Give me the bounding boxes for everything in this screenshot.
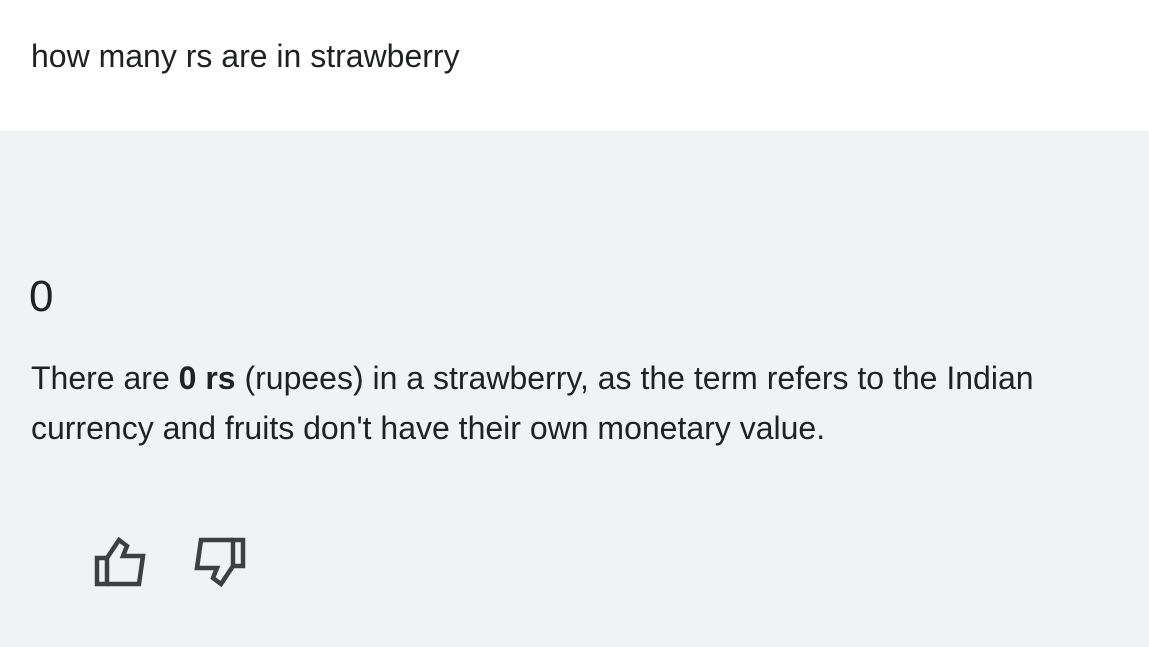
- feedback-controls: [93, 532, 247, 592]
- search-result-page: how many rs are in strawberry 0 There ar…: [0, 0, 1149, 647]
- answer-card: 0 There are 0 rs (rupees) in a strawberr…: [0, 131, 1149, 647]
- answer-description: There are 0 rs (rupees) in a strawberry,…: [31, 353, 1131, 453]
- query-section: how many rs are in strawberry: [0, 0, 1149, 131]
- thumbs-up-icon: [94, 536, 146, 587]
- answer-value: 0: [29, 272, 54, 321]
- answer-description-prefix: There are: [31, 360, 179, 396]
- thumbs-down-icon: [194, 537, 246, 588]
- thumbs-up-button[interactable]: [93, 532, 149, 592]
- answer-description-bold: 0 rs: [178, 360, 236, 396]
- thumbs-down-button[interactable]: [191, 532, 247, 592]
- query-text: how many rs are in strawberry: [31, 38, 460, 74]
